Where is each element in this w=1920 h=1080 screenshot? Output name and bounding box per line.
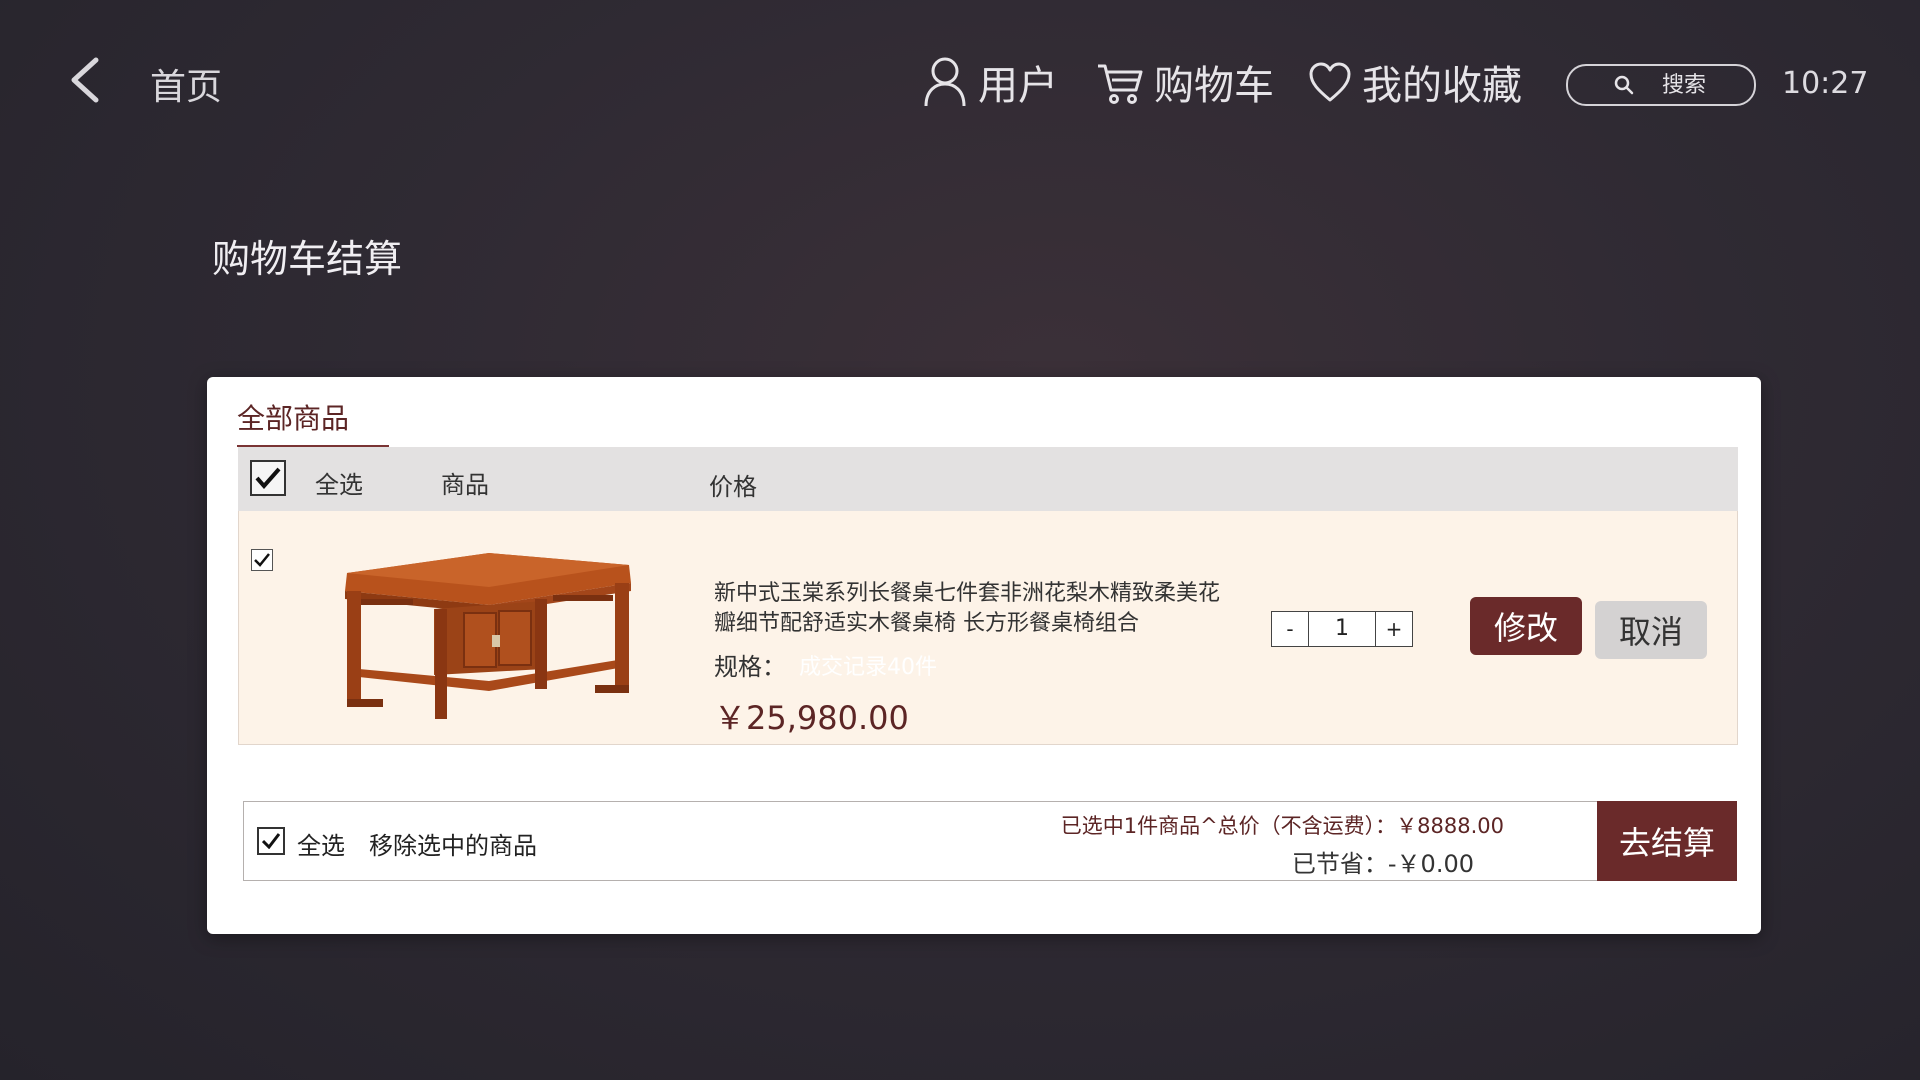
nav-user-label: 用户 xyxy=(978,63,1058,109)
increment-button[interactable]: + xyxy=(1376,612,1412,646)
item-checkbox[interactable] xyxy=(251,549,273,571)
select-all-checkbox[interactable] xyxy=(250,460,286,496)
search-box[interactable] xyxy=(1566,64,1756,106)
nav-user[interactable]: 用户 xyxy=(922,52,1058,112)
footer-select-all-checkbox[interactable] xyxy=(257,827,285,855)
footer-select-all-label[interactable]: 全选 xyxy=(297,826,345,861)
cart-icon xyxy=(1098,64,1143,104)
total-summary: 已选中1件商品^总价（不含运费）：￥8888.00 xyxy=(1060,814,1504,838)
nav-cart[interactable]: 购物车 xyxy=(1096,52,1274,112)
search-input[interactable] xyxy=(1660,71,1744,99)
checkout-bar: 全选 移除选中的商品 已选中1件商品^总价（不含运费）：￥8888.00 已节省… xyxy=(243,801,1737,881)
nav-favorites-label: 我的收藏 xyxy=(1362,63,1522,109)
quantity-value[interactable]: 1 xyxy=(1308,612,1376,646)
tab-all-products[interactable]: 全部商品 xyxy=(237,397,389,447)
cancel-button[interactable]: 取消 xyxy=(1595,601,1707,659)
edit-button[interactable]: 修改 xyxy=(1470,597,1582,655)
checkout-button[interactable]: 去结算 xyxy=(1597,801,1737,881)
quantity-stepper: - 1 + xyxy=(1271,611,1413,647)
spec-label: 规格： xyxy=(714,653,786,681)
back-button[interactable] xyxy=(66,55,106,105)
product-image[interactable] xyxy=(339,551,639,721)
check-icon xyxy=(254,553,270,567)
user-icon xyxy=(924,57,966,107)
page-title: 购物车结算 xyxy=(212,237,403,281)
check-icon xyxy=(262,833,280,849)
search-icon xyxy=(1614,75,1634,95)
saved-amount: 已节省：-￥0.00 xyxy=(1291,850,1474,878)
cart-item-row: 新中式玉棠系列长餐桌七件套非洲花梨木精致柔美花瓣细节配舒适实木餐桌椅 长方形餐桌… xyxy=(238,511,1738,745)
chevron-left-icon xyxy=(71,57,99,103)
heart-icon xyxy=(1309,62,1351,102)
nav-cart-label: 购物车 xyxy=(1154,63,1274,109)
cart-table: 全选 商品 价格 新中式玉棠系列长餐桌七件套非洲花梨木精致柔美花瓣细节配舒适实木… xyxy=(238,447,1738,745)
column-product: 商品 xyxy=(441,471,489,499)
table-header: 全选 商品 价格 xyxy=(238,447,1738,511)
nav-favorites[interactable]: 我的收藏 xyxy=(1308,52,1522,112)
remove-selected-link[interactable]: 移除选中的商品 xyxy=(369,826,537,861)
spec-value: 成交记录40件 xyxy=(799,655,937,680)
decrement-button[interactable]: - xyxy=(1272,612,1308,646)
clock: 10:27 xyxy=(1782,66,1869,101)
product-name[interactable]: 新中式玉棠系列长餐桌七件套非洲花梨木精致柔美花瓣细节配舒适实木餐桌椅 长方形餐桌… xyxy=(714,579,1234,639)
column-price: 价格 xyxy=(709,473,757,501)
check-icon xyxy=(255,467,281,489)
column-select-all: 全选 xyxy=(315,471,363,499)
cart-panel: 全部商品 全选 商品 价格 新中式玉棠系列长餐桌七件套非洲花梨木精致柔美花瓣细节… xyxy=(207,377,1761,934)
home-link[interactable]: 首页 xyxy=(150,58,222,110)
top-bar: 首页 用户 购物车 我的收藏 10:27 xyxy=(0,0,1920,165)
product-price: ￥25,980.00 xyxy=(714,699,909,737)
